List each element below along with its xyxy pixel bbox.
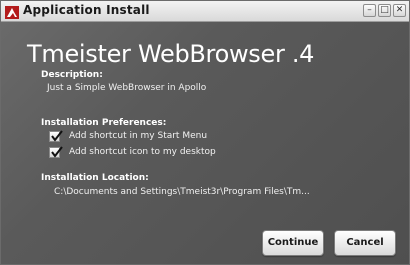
checkmark-icon [51, 130, 63, 142]
installation-path[interactable]: C:\Documents and Settings\Tmeist3r\Progr… [54, 187, 310, 197]
start-menu-shortcut-label: Add shortcut in my Start Menu [69, 131, 208, 141]
application-name: Tmeister WebBrowser .4 [27, 40, 315, 68]
preferences-label: Installation Preferences: [41, 118, 167, 128]
close-button[interactable]: ✕ [393, 4, 406, 17]
minimize-button[interactable]: – [363, 4, 376, 17]
desktop-shortcut-checkbox[interactable] [49, 146, 63, 158]
title-bar[interactable]: Application Install – □ ✕ [1, 1, 409, 22]
cancel-button[interactable]: Cancel [334, 230, 396, 256]
install-window: Application Install – □ ✕ Tmeister WebBr… [0, 0, 410, 265]
start-menu-shortcut-checkbox[interactable] [49, 130, 63, 142]
maximize-button[interactable]: □ [378, 4, 391, 17]
description-text: Just a Simple WebBrowser in Apollo [47, 83, 207, 93]
app-logo-icon [5, 4, 19, 19]
checkmark-icon [51, 146, 63, 158]
window-title: Application Install [23, 3, 150, 17]
install-panel: Tmeister WebBrowser .4 Description: Just… [1, 22, 409, 264]
location-label: Installation Location: [41, 173, 149, 183]
desktop-shortcut-label: Add shortcut icon to my desktop [69, 147, 216, 157]
continue-button[interactable]: Continue [262, 230, 324, 256]
description-label: Description: [41, 70, 103, 80]
